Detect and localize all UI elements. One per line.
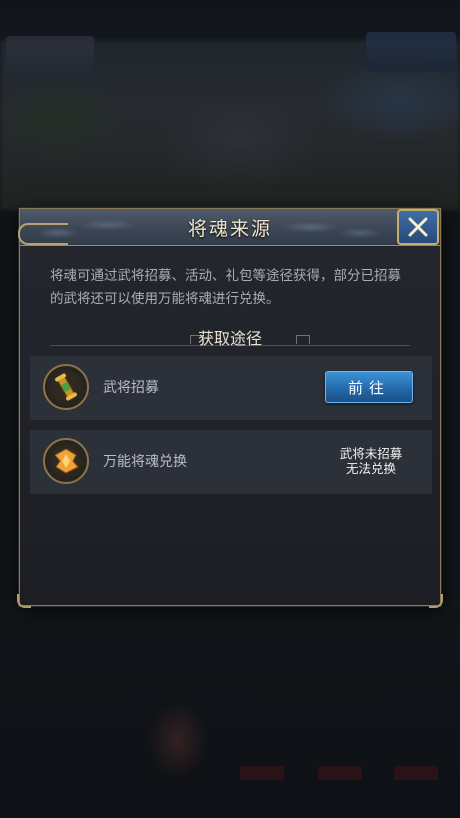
close-icon (408, 217, 428, 237)
list-item: 武将招募 前往 (30, 356, 432, 420)
soul-source-dialog: 将魂来源 将魂可通过武将招募、活动、礼包等途径获得，部分已招募的武将还可以使用万… (17, 208, 443, 608)
dialog-title-bar: 将魂来源 (18, 209, 440, 246)
status-line: 无法兑换 (345, 461, 396, 476)
source-label: 万能将魂兑换 (103, 454, 187, 470)
dialog-description: 将魂可通过武将招募、活动、礼包等途径获得，部分已招募的武将还可以使用万能将魂进行… (50, 268, 401, 307)
orange-token-icon (43, 438, 89, 484)
status-line: 武将未招募 (339, 446, 403, 461)
exchange-status: 武将未招募 无法兑换 (326, 446, 416, 476)
frame-corner (17, 594, 31, 608)
source-label: 武将招募 (103, 380, 159, 396)
section-header: 获取途径 (50, 323, 410, 349)
scroll-icon (43, 364, 89, 410)
dialog-title: 将魂来源 (187, 218, 272, 240)
section-title: 获取途径 (197, 329, 262, 348)
close-button[interactable] (397, 209, 439, 245)
frame-corner (429, 594, 443, 608)
go-button[interactable]: 前往 (325, 371, 413, 403)
list-item: 万能将魂兑换 武将未招募 无法兑换 (30, 430, 432, 494)
